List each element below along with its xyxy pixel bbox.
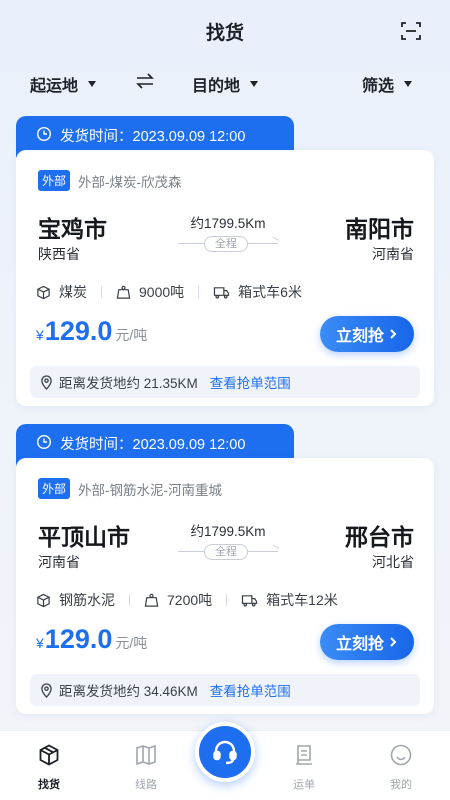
order-card-body: 外部 外部-钢筋水泥-河南重城 平顶山市 河南省 约1799.5Km 全程 邢台… [16, 458, 434, 714]
distance-bar: 距离发货地约 34.46KM 查看抢单范围 [30, 674, 420, 706]
destination-province: 河南省 [372, 246, 414, 262]
route-indicator: 约1799.5Km 全程 [178, 212, 278, 252]
chevron-down-icon [88, 81, 97, 87]
view-range-link[interactable]: 查看抢单范围 [210, 372, 291, 392]
cargo-specs: 钢筋水泥 7200吨 箱式车12米 [36, 590, 338, 610]
scale-icon [116, 285, 131, 299]
map-icon [136, 744, 156, 766]
tab-waybill[interactable]: 运单 [274, 743, 334, 792]
box-icon [37, 285, 50, 299]
page-title: 找货 [205, 23, 244, 44]
clock-icon [36, 126, 52, 142]
headset-icon [213, 740, 237, 765]
customer-service-button[interactable] [195, 722, 255, 782]
source-badge: 外部 [38, 170, 71, 191]
price-unit: 元/吨 [115, 635, 148, 651]
chevron-right-icon [390, 637, 397, 647]
smile-icon [390, 744, 412, 766]
truck-icon [242, 594, 258, 607]
price: ¥ 129.0 元/吨 [36, 624, 148, 654]
chevron-down-icon [250, 81, 259, 87]
origin-city: 宝鸡市 [38, 216, 107, 242]
destination-city: 南阳市 [345, 216, 414, 242]
filter-bar: 起运地 目的地 筛选 [0, 68, 450, 98]
distance-bar: 距离发货地约 21.35KM 查看抢单范围 [30, 366, 420, 398]
route-label: 全程 [204, 236, 248, 252]
cube-icon [39, 744, 59, 766]
order-card-body: 外部 外部-煤炭-欣茂森 宝鸡市 陕西省 约1799.5Km 全程 南阳市 河南… [16, 150, 434, 406]
receipt-icon [296, 745, 312, 765]
view-range-link[interactable]: 查看抢单范围 [210, 680, 291, 700]
route-distance: 约1799.5Km [190, 524, 266, 539]
origin-city: 平顶山市 [38, 524, 130, 550]
cargo-specs: 煤炭 9000吨 箱式车6米 [36, 282, 302, 302]
route-label: 全程 [204, 544, 248, 560]
tab-mine[interactable]: 我的 [371, 743, 431, 792]
header: 找货 [0, 0, 450, 60]
price-value: 129.0 [44, 624, 113, 654]
route-indicator: 约1799.5Km 全程 [178, 520, 278, 560]
origin-province: 河南省 [38, 554, 80, 570]
cargo-source: 外部 外部-钢筋水泥-河南重城 [38, 478, 222, 499]
tab-find-cargo[interactable]: 找货 [19, 743, 79, 792]
truck-icon [214, 286, 230, 299]
grab-order-button[interactable]: 立刻抢 [320, 316, 414, 352]
price-value: 129.0 [44, 316, 113, 346]
order-card[interactable]: 发货时间：2023.09.09 12:00 外部 外部-钢筋水泥-河南重城 平顶… [16, 424, 434, 714]
location-icon [41, 374, 52, 390]
scan-icon[interactable] [400, 20, 422, 42]
destination-filter[interactable]: 目的地 [192, 72, 259, 96]
location-icon [41, 682, 52, 698]
chevron-down-icon [404, 81, 413, 87]
route-distance: 约1799.5Km [190, 216, 266, 231]
destination-province: 河北省 [372, 554, 414, 570]
origin-province: 陕西省 [38, 246, 80, 262]
origin-filter[interactable]: 起运地 [30, 72, 97, 96]
destination-city: 邢台市 [345, 524, 414, 550]
price-unit: 元/吨 [115, 327, 148, 343]
source-badge: 外部 [38, 478, 71, 499]
clock-icon [36, 434, 52, 450]
price: ¥ 129.0 元/吨 [36, 316, 148, 346]
filter-button[interactable]: 筛选 [362, 72, 413, 96]
swap-icon[interactable] [134, 70, 156, 92]
box-icon [37, 593, 50, 607]
chevron-right-icon [390, 329, 397, 339]
tab-routes[interactable]: 线路 [116, 743, 176, 792]
cargo-source: 外部 外部-煤炭-欣茂森 [38, 170, 182, 191]
grab-order-button[interactable]: 立刻抢 [320, 624, 414, 660]
order-card[interactable]: 发货时间：2023.09.09 12:00 外部 外部-煤炭-欣茂森 宝鸡市 陕… [16, 116, 434, 406]
scale-icon [144, 593, 159, 607]
